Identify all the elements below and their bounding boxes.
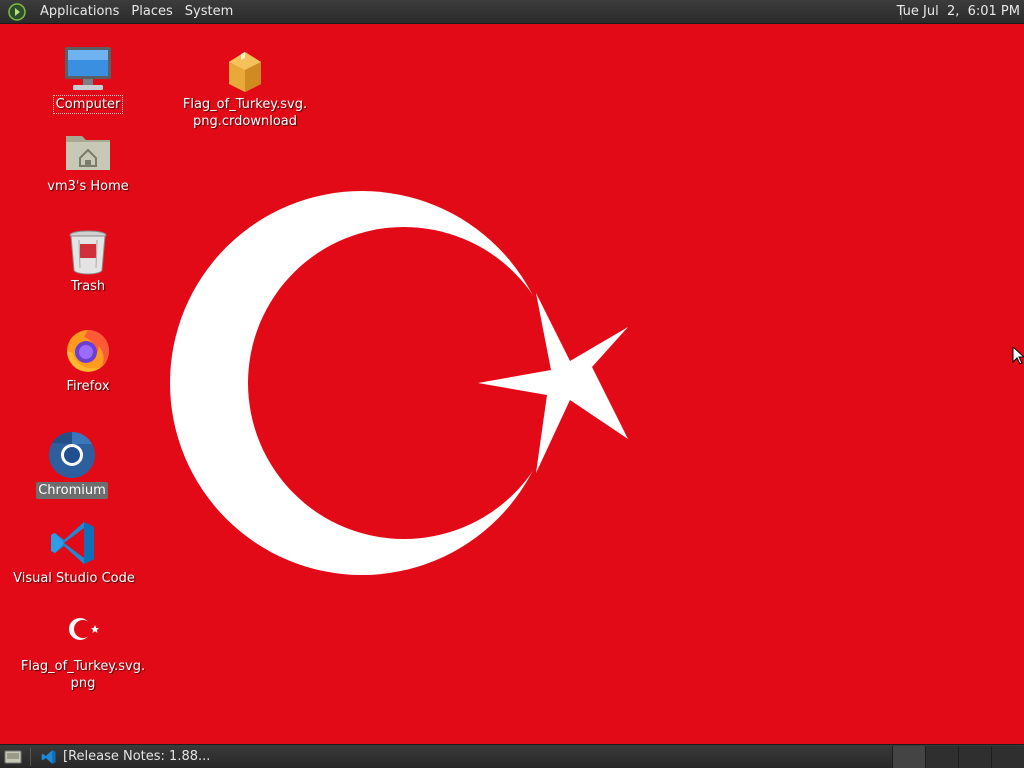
desktop-icon-vscode[interactable]: Visual Studio Code	[9, 518, 139, 587]
desktop-icon-turkey-png[interactable]: Flag_of_Turkey.svg. png	[18, 606, 148, 692]
applications-menu[interactable]: Applications	[34, 0, 125, 24]
workspace-switcher[interactable]	[892, 746, 1024, 768]
trash-icon	[63, 226, 113, 276]
mouse-cursor-icon	[1012, 346, 1024, 365]
system-menu[interactable]: System	[179, 0, 239, 24]
top-panel: Applications Places System Tue Jul 2, 6:…	[0, 0, 1024, 24]
desktop-icon-home[interactable]: vm3's Home	[23, 126, 153, 195]
desktop-icon-label: Flag_of_Turkey.svg. png.crdownload	[182, 97, 308, 129]
desktop-icon-label: Visual Studio Code	[13, 571, 135, 586]
desktop-icon-crdownload[interactable]: Flag_of_Turkey.svg. png.crdownload	[180, 44, 310, 130]
vscode-icon	[49, 518, 99, 568]
clock[interactable]: Tue Jul 2, 6:01 PM	[891, 0, 1020, 24]
workspace-3[interactable]	[958, 746, 991, 768]
desktop-icon-label: Trash	[70, 279, 106, 294]
desktop-icon-trash[interactable]: Trash	[23, 226, 153, 295]
workspace-2[interactable]	[925, 746, 958, 768]
show-desktop-button[interactable]	[2, 746, 24, 768]
vscode-icon	[41, 749, 56, 764]
desktop: Applications Places System Tue Jul 2, 6:…	[0, 0, 1024, 768]
distro-logo-icon[interactable]	[8, 2, 26, 21]
taskbar-item-release-notes[interactable]: [Release Notes: 1.88...	[35, 746, 216, 768]
turkey-flag-thumbnail-icon	[58, 606, 108, 656]
panel-separator	[30, 747, 31, 766]
desktop-icon-label: Flag_of_Turkey.svg. png	[20, 659, 146, 691]
desktop-icon-computer[interactable]: Computer	[23, 44, 153, 114]
places-menu[interactable]: Places	[125, 0, 178, 24]
turkey-flag-wallpaper	[0, 0, 1024, 768]
package-icon	[220, 44, 270, 94]
home-folder-icon	[63, 126, 113, 176]
desktop-icon-label: Chromium	[36, 482, 108, 499]
computer-icon	[63, 44, 113, 94]
workspace-4[interactable]	[991, 746, 1024, 768]
chromium-icon	[47, 430, 97, 480]
desktop-icon-firefox[interactable]: Firefox	[23, 326, 153, 395]
firefox-icon	[63, 326, 113, 376]
workspace-1[interactable]	[892, 746, 925, 768]
desktop-icon-label: Firefox	[66, 379, 110, 394]
taskbar-item-label: [Release Notes: 1.88...	[63, 749, 211, 764]
desktop-icon-label: vm3's Home	[47, 179, 129, 194]
show-desktop-icon	[4, 750, 22, 763]
bottom-panel: [Release Notes: 1.88...	[0, 744, 1024, 768]
desktop-icon-label: Computer	[52, 95, 124, 114]
desktop-icon-chromium[interactable]: Chromium	[7, 430, 137, 499]
